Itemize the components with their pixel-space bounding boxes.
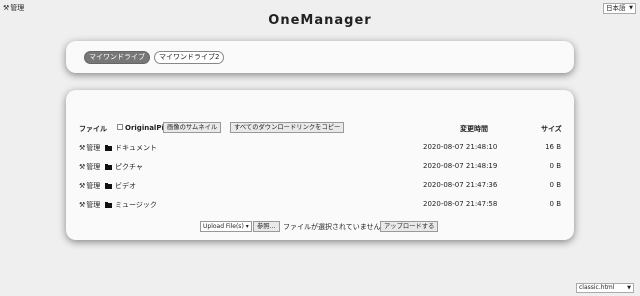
folder-name: ピクチャ <box>115 163 143 171</box>
row-admin-link[interactable]: ⚒ 管理 <box>79 200 100 210</box>
modified-time: 2020-08-07 21:48:10 <box>423 143 498 151</box>
drive-button-2[interactable]: マイワンドライブ2 <box>154 51 225 64</box>
folder-name: ミュージック <box>115 201 157 209</box>
page-title[interactable]: OneManager <box>0 13 640 28</box>
row-admin-label: 管理 <box>86 163 101 171</box>
tools-icon: ⚒ <box>79 163 86 171</box>
file-size: 0 B <box>549 162 561 170</box>
theme-select[interactable]: classic.html ▼ <box>576 283 634 293</box>
table-row[interactable]: ⚒ 管理 ミュージック 2020-08-07 21:47:58 0 B <box>66 198 574 210</box>
original-pic-label: OriginalPic <box>125 124 168 132</box>
tools-icon: ⚒ <box>79 182 86 190</box>
table-row[interactable]: ⚒ 管理 ビデオ 2020-08-07 21:47:36 0 B <box>66 179 574 191</box>
theme-select-value: classic.html <box>579 284 615 291</box>
row-admin-label: 管理 <box>86 201 101 209</box>
upload-bar: Upload File(s) ▾ 参照... ファイルが選択されていません。 ア… <box>66 221 574 233</box>
folder-name: ビデオ <box>115 182 136 190</box>
upload-mode-select[interactable]: Upload File(s) ▾ <box>200 221 252 232</box>
drive-button-1[interactable]: マイワンドライブ <box>84 51 150 64</box>
modified-time: 2020-08-07 21:47:58 <box>423 200 498 208</box>
folder-link[interactable]: ドキュメント <box>105 143 157 153</box>
column-header-size: サイズ <box>541 125 562 133</box>
column-header-modified: 変更時間 <box>460 125 488 133</box>
folder-link[interactable]: ミュージック <box>105 200 157 210</box>
row-admin-link[interactable]: ⚒ 管理 <box>79 143 100 153</box>
column-header-file: ファイル <box>79 125 107 133</box>
thumbnail-button[interactable]: 画像のサムネイル <box>163 122 222 133</box>
table-row[interactable]: ⚒ 管理 ピクチャ 2020-08-07 21:48:19 0 B <box>66 160 574 172</box>
admin-link[interactable]: ⚒ 管理 <box>3 3 24 13</box>
row-admin-label: 管理 <box>86 144 101 152</box>
chevron-down-icon: ▼ <box>627 285 631 291</box>
upload-button[interactable]: アップロードする <box>380 221 439 232</box>
file-size: 0 B <box>549 200 561 208</box>
folder-link[interactable]: ビデオ <box>105 181 136 191</box>
table-row[interactable]: ⚒ 管理 ドキュメント 2020-08-07 21:48:10 16 B <box>66 141 574 153</box>
tools-icon: ⚒ <box>79 201 86 209</box>
file-list-panel: ファイル OriginalPic 画像のサムネイル すべてのダウンロードリンクを… <box>66 90 574 240</box>
browse-button[interactable]: 参照... <box>253 221 280 232</box>
file-size: 16 B <box>545 143 561 151</box>
folder-link[interactable]: ピクチャ <box>105 162 143 172</box>
no-file-selected-text: ファイルが選択されていません。 <box>283 223 388 231</box>
file-size: 0 B <box>549 181 561 189</box>
upload-mode-value: Upload File(s) <box>203 223 244 230</box>
language-select-value: 日本語 <box>606 4 626 12</box>
folder-icon <box>105 182 112 189</box>
file-table-header: ファイル OriginalPic 画像のサムネイル すべてのダウンロードリンクを… <box>66 122 574 134</box>
chevron-down-icon: ▼ <box>629 5 633 11</box>
folder-icon <box>105 201 112 208</box>
chevron-down-icon: ▾ <box>245 223 249 230</box>
modified-time: 2020-08-07 21:47:36 <box>423 181 498 189</box>
row-admin-link[interactable]: ⚒ 管理 <box>79 162 100 172</box>
row-admin-label: 管理 <box>86 182 101 190</box>
folder-name: ドキュメント <box>115 144 157 152</box>
modified-time: 2020-08-07 21:48:19 <box>423 162 498 170</box>
tools-icon: ⚒ <box>3 4 10 12</box>
folder-icon <box>105 144 112 151</box>
copy-all-links-button[interactable]: すべてのダウンロードリンクをコピー <box>230 122 345 133</box>
folder-icon <box>105 163 112 170</box>
admin-link-label: 管理 <box>10 4 25 12</box>
original-pic-checkbox[interactable] <box>117 124 123 130</box>
row-admin-link[interactable]: ⚒ 管理 <box>79 181 100 191</box>
drives-panel: マイワンドライブ マイワンドライブ2 <box>66 41 574 73</box>
tools-icon: ⚒ <box>79 144 86 152</box>
